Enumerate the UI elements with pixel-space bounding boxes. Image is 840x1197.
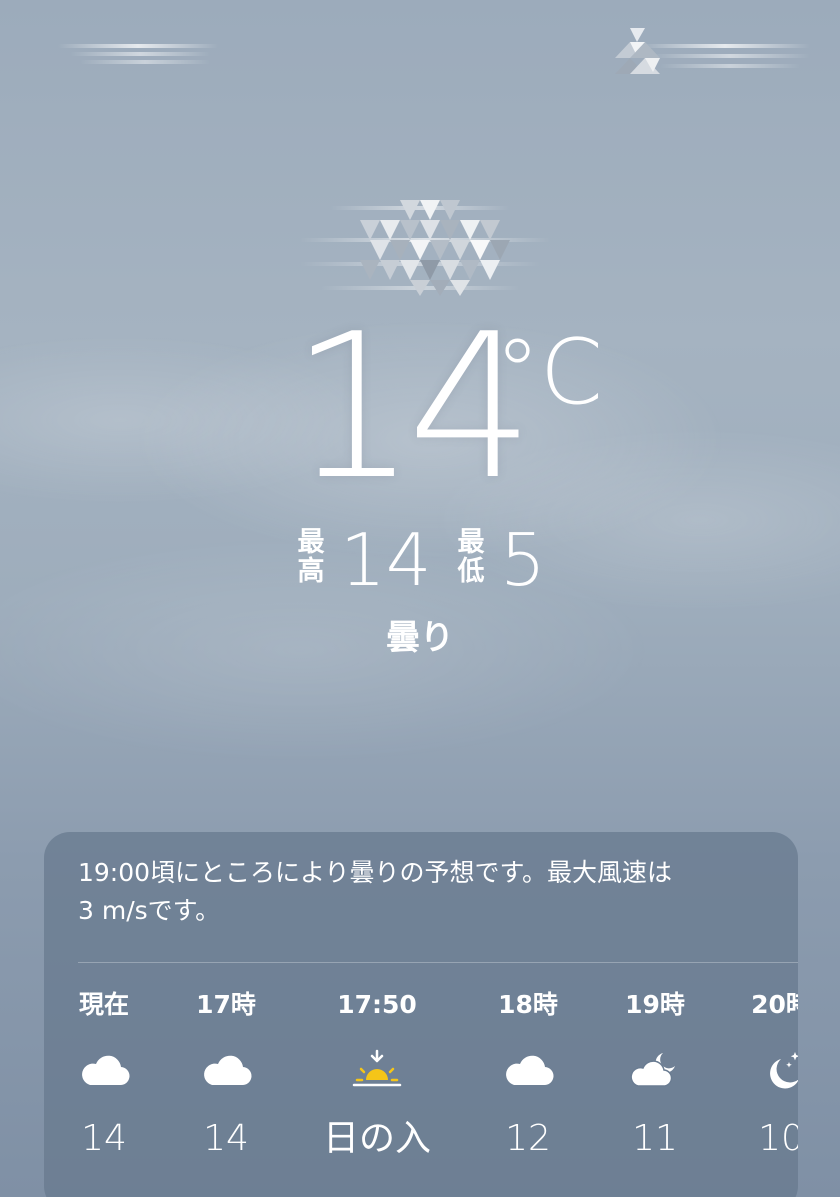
hour-temp: 11 (632, 1118, 678, 1159)
hour-item: 19時 11 (590, 987, 720, 1187)
hour-item: 17時 14 (161, 987, 291, 1187)
low-label-bottom: 低 (457, 556, 485, 587)
hour-time: 17時 (196, 990, 256, 1019)
condition-text: 曇り (386, 618, 454, 658)
blur-streak (58, 44, 218, 48)
hour-time: 現在 (78, 990, 129, 1019)
cloud-icon (506, 1055, 554, 1086)
hour-time: 18時 (498, 990, 558, 1019)
cloud-icon (82, 1055, 130, 1086)
hour-temp: 日の入 (322, 1118, 431, 1159)
forecast-summary-line2: 3 m/sです。 (78, 896, 221, 925)
hourly-forecast-card[interactable]: 19:00頃にところにより曇りの予想です。最大風速は 3 m/sです。 現在 1… (44, 832, 798, 1197)
hour-item: 17:50 日の入 (312, 987, 442, 1187)
blur-streak (660, 64, 800, 68)
blur-streak (80, 60, 210, 64)
cloud-icon (204, 1055, 252, 1086)
temperature-unit: °C (495, 320, 603, 425)
hour-time: 19時 (625, 990, 685, 1019)
hour-temp: 10 (758, 1118, 798, 1159)
low-label: 最 低 (456, 528, 486, 586)
temperature-value: 14 (290, 291, 534, 524)
partly-cloudy-night-icon (630, 1053, 675, 1087)
pixelated-location-overlay (615, 28, 660, 74)
pixelated-location-overlay (360, 200, 510, 296)
high-label: 最 高 (296, 528, 326, 586)
moon-stars-icon (770, 1052, 798, 1089)
hour-item: 20時 10 (716, 987, 798, 1187)
hour-temp: 14 (203, 1118, 249, 1159)
low-label-top: 最 (457, 527, 485, 558)
current-temperature: 14 °C (290, 308, 620, 508)
hour-item: 現在 14 (44, 987, 169, 1187)
hourly-strip[interactable]: 現在 14 17時 14 17:50 日の入 18時 12 19時 11 20 … (44, 987, 798, 1187)
low-value: 5 (500, 518, 546, 602)
high-label-top: 最 (297, 527, 325, 558)
blur-streak (70, 52, 210, 56)
high-label-bottom: 高 (297, 556, 325, 587)
card-divider (78, 962, 798, 963)
hour-time: 17:50 (337, 990, 417, 1019)
hour-temp: 14 (81, 1118, 127, 1159)
forecast-summary-line1: 19:00頃にところにより曇りの予想です。最大風速は (78, 858, 673, 887)
hour-item: 18時 12 (463, 987, 593, 1187)
sunset-icon (352, 1049, 402, 1087)
forecast-summary: 19:00頃にところにより曇りの予想です。最大風速は 3 m/sです。 (78, 854, 778, 930)
hour-temp: 12 (505, 1118, 551, 1159)
high-low: 最 高 14 最 低 5 (290, 522, 590, 596)
hour-time: 20時 (751, 990, 798, 1019)
high-value: 14 (340, 518, 432, 602)
